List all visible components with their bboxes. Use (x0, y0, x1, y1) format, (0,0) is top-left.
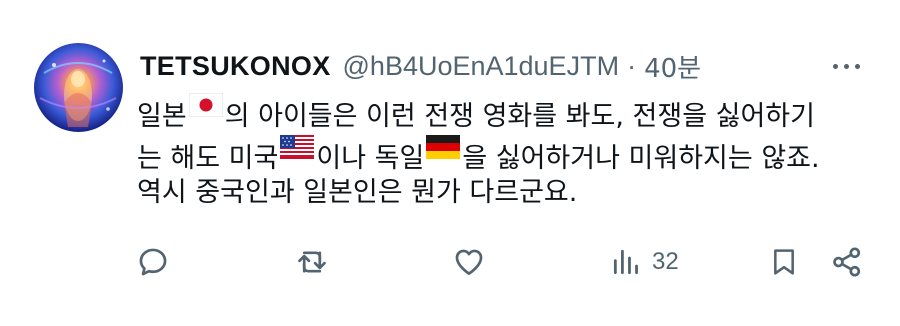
heart-icon (455, 249, 483, 275)
display-name[interactable]: TETSUKONOX (140, 51, 331, 82)
tweet-header: TETSUKONOX @hB4UoEnA1duEJTM · 40분 (140, 44, 701, 88)
reply-icon (139, 248, 167, 276)
bookmark-icon (774, 249, 794, 275)
germany-flag-emoji (426, 130, 461, 172)
repost-icon (298, 251, 326, 273)
separator-dot: · (627, 50, 637, 81)
more-dot (843, 63, 849, 69)
views-count: 32 (652, 248, 679, 275)
more-dot (854, 63, 860, 69)
text-line-1: 일본 의 아이들은 이런 전쟁 영화를 봐도, 전쟁을 싫어하기 (137, 88, 872, 132)
views-chart-icon (613, 249, 638, 275)
text-segment: 일본 (137, 101, 187, 132)
text-segment: 역시 중국인과 일본인은 뭔가 다르군요. (137, 177, 578, 208)
japan-flag-emoji (188, 88, 223, 130)
text-segment: 는 해도 미국 (137, 143, 279, 174)
share-button[interactable] (830, 238, 864, 286)
like-button[interactable] (452, 238, 486, 286)
repost-button[interactable] (294, 238, 330, 286)
more-dot (832, 63, 838, 69)
share-icon (833, 247, 861, 277)
reply-button[interactable] (136, 238, 170, 286)
user-handle[interactable]: @hB4UoEnA1duEJTM (343, 51, 620, 82)
text-line-2: 는 해도 미국 이나 독일 을 싫어하거나 미워하지는 않죠. (137, 130, 872, 174)
text-segment: 이나 독일 (316, 143, 425, 174)
timestamp[interactable]: 40분 (644, 48, 701, 85)
usa-flag-emoji (280, 130, 315, 172)
avatar-image (39, 59, 117, 127)
text-segment: 을 싫어하거나 미워하지는 않죠. (462, 143, 820, 174)
tweet-text: 일본 의 아이들은 이런 전쟁 영화를 봐도, 전쟁을 싫어하기 는 해도 미국 이… (137, 88, 872, 214)
tweet: TETSUKONOX @hB4UoEnA1duEJTM · 40분 일본 의 아이… (0, 0, 900, 326)
views-button[interactable]: 32 (610, 238, 679, 286)
bookmark-button[interactable] (768, 238, 800, 286)
more-options-icon[interactable] (826, 52, 866, 80)
avatar[interactable] (34, 43, 123, 132)
action-bar: 32 (0, 238, 900, 286)
text-line-3: 역시 중국인과 일본인은 뭔가 다르군요. (137, 172, 872, 214)
text-segment: 의 아이들은 이런 전쟁 영화를 봐도, 전쟁을 싫어하기 (224, 101, 815, 132)
